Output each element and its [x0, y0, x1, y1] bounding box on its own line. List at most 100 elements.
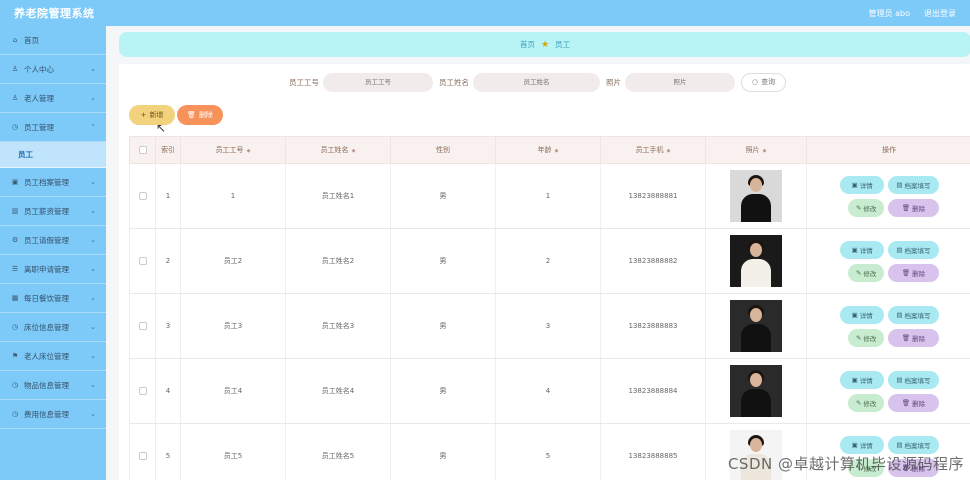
- flag-icon: ⚑: [11, 352, 19, 360]
- sidebar-item-profile[interactable]: ♙ 个人中心 ⌄: [0, 55, 106, 84]
- sidebar-item-leave[interactable]: ⚙ 员工请假管理 ⌄: [0, 226, 106, 255]
- row-checkbox[interactable]: [138, 192, 147, 200]
- fill-archive-button[interactable]: ▤ 档案填写: [888, 305, 939, 324]
- sidebar-item-label: 离职申请管理: [24, 264, 69, 274]
- sidebar-item-label: 物品信息管理: [24, 380, 69, 390]
- staff-photo[interactable]: [730, 235, 782, 287]
- chevron-down-icon: ⌄: [90, 207, 96, 215]
- search-icon: ○: [752, 78, 759, 86]
- document-icon: ▤: [896, 180, 903, 189]
- sidebar-item-elderly[interactable]: ♙ 老人管理 ⌄: [0, 84, 106, 113]
- detail-button[interactable]: ▣ 详情: [839, 175, 885, 194]
- user-label[interactable]: 管理员 abo: [869, 8, 910, 19]
- sidebar-item-label: 员工: [18, 150, 33, 159]
- row-checkbox[interactable]: [138, 257, 147, 265]
- sidebar-item-resign[interactable]: ☰ 离职申请管理 ⌄: [0, 255, 106, 284]
- fill-archive-button[interactable]: ▤ 档案填写: [888, 240, 939, 259]
- sidebar-item-meals[interactable]: ▦ 每日餐饮管理 ⌄: [0, 284, 106, 313]
- chevron-down-icon: ⌄: [90, 178, 96, 186]
- detail-button[interactable]: ▣ 详情: [839, 305, 885, 324]
- pencil-icon: ✎: [855, 398, 862, 407]
- header-phone[interactable]: 员工手机 ◆: [600, 136, 706, 164]
- delete-button[interactable]: 🗑 删除: [177, 105, 223, 125]
- row-checkbox[interactable]: [138, 452, 147, 460]
- fill-archive-button[interactable]: ▤ 档案填写: [888, 175, 939, 194]
- row-delete-button[interactable]: 🗑 删除: [888, 263, 939, 282]
- row-checkbox[interactable]: [138, 322, 147, 330]
- home-icon: ⌂: [12, 36, 18, 44]
- sort-icon[interactable]: ◆: [247, 148, 251, 154]
- cell-emp-no: 员工2: [180, 228, 286, 294]
- cell-gender: 男: [390, 228, 496, 294]
- sort-icon[interactable]: ◆: [352, 148, 356, 154]
- sidebar-item-salary[interactable]: ▥ 员工薪资管理 ⌄: [0, 197, 106, 226]
- sort-icon[interactable]: ◆: [667, 148, 671, 154]
- photo-input[interactable]: [625, 72, 735, 92]
- detail-button[interactable]: ▣ 详情: [839, 370, 885, 389]
- sidebar-item-beds[interactable]: ◷ 床位信息管理 ⌄: [0, 313, 106, 342]
- folder-icon: ▣: [11, 178, 19, 186]
- breadcrumb-current: 员工: [555, 40, 571, 49]
- header-age[interactable]: 年龄 ◆: [495, 136, 601, 164]
- sort-icon[interactable]: ◆: [555, 148, 559, 154]
- edit-button[interactable]: ✎ 修改: [847, 198, 885, 217]
- list-icon: ☰: [11, 265, 19, 273]
- clock-icon: ◷: [11, 323, 19, 331]
- table-header-row: 索引 员工工号 ◆ 员工姓名 ◆ 性别 年龄 ◆ 员工手机 ◆ 照片 ◆ 操作: [129, 136, 970, 164]
- row-checkbox[interactable]: [138, 387, 147, 395]
- sidebar-item-goods[interactable]: ◷ 物品信息管理 ⌄: [0, 371, 106, 400]
- edit-button[interactable]: ✎ 修改: [847, 263, 885, 282]
- sidebar-item-fees[interactable]: ◷ 费用信息管理 ⌄: [0, 400, 106, 429]
- sidebar-subitem-staff[interactable]: 员工: [0, 142, 106, 168]
- star-icon: ★: [540, 39, 550, 50]
- header-emp-no[interactable]: 员工工号 ◆: [180, 136, 286, 164]
- sidebar-item-elderly-beds[interactable]: ⚑ 老人床位管理 ⌄: [0, 342, 106, 371]
- cell-index: 2: [155, 228, 181, 294]
- name-input[interactable]: [473, 72, 600, 92]
- staff-photo[interactable]: [730, 365, 782, 417]
- breadcrumb-home[interactable]: 首页: [520, 39, 535, 50]
- chevron-down-icon: ⌄: [90, 381, 96, 389]
- main-content: 首页 ★ 员工 员工工号 员工姓名 照片 ○查询 +新增 🗑删除 ↖ 索: [106, 26, 970, 480]
- sidebar-item-label: 员工薪资管理: [24, 206, 69, 216]
- select-all-checkbox[interactable]: [138, 146, 147, 154]
- cell-age: 4: [495, 358, 601, 424]
- search-button[interactable]: ○ 查询: [741, 72, 787, 92]
- row-delete-button[interactable]: 🗑 删除: [888, 198, 939, 217]
- edit-button[interactable]: ✎ 修改: [847, 328, 885, 347]
- row-delete-button[interactable]: 🗑 删除: [888, 328, 939, 347]
- edit-button[interactable]: ✎ 修改: [847, 393, 885, 412]
- header-photo[interactable]: 照片 ◆: [705, 136, 807, 164]
- sort-icon[interactable]: ◆: [763, 148, 767, 154]
- cell-age: 5: [495, 423, 601, 480]
- detail-button[interactable]: ▣ 详情: [839, 435, 885, 454]
- detail-button[interactable]: ▣ 详情: [839, 240, 885, 259]
- header-select[interactable]: [129, 136, 156, 164]
- staff-photo[interactable]: [730, 300, 782, 352]
- search-bar: 员工工号 员工姓名 照片 ○查询: [119, 72, 970, 92]
- header-name[interactable]: 员工姓名 ◆: [285, 136, 391, 164]
- cell-index: 5: [155, 423, 181, 480]
- trash-icon: 🗑: [901, 203, 911, 212]
- person-icon: ♙: [11, 94, 19, 102]
- emp-no-input[interactable]: [323, 72, 433, 92]
- sidebar-item-staff[interactable]: ◷ 员工管理 ⌃: [0, 113, 106, 142]
- sidebar-item-staff-archive[interactable]: ▣ 员工档案管理 ⌄: [0, 168, 106, 197]
- cell-index: 3: [155, 293, 181, 359]
- info-icon: ▣: [851, 375, 858, 384]
- header-gender: 性别: [390, 136, 496, 164]
- breadcrumb: 首页 ★ 员工: [119, 32, 970, 57]
- logout-link[interactable]: 退出登录: [924, 8, 956, 19]
- cell-gender: 男: [390, 293, 496, 359]
- row-delete-button[interactable]: 🗑 删除: [888, 393, 939, 412]
- sidebar-item-home[interactable]: ⌂ 首页: [0, 26, 106, 55]
- add-button[interactable]: + 新增: [129, 105, 175, 125]
- pencil-icon: ✎: [855, 333, 862, 342]
- fill-archive-button[interactable]: ▤ 档案填写: [888, 370, 939, 389]
- cell-phone: 13823888883: [600, 293, 706, 359]
- cell-phone: 13823888881: [600, 163, 706, 229]
- staff-photo[interactable]: [730, 170, 782, 222]
- fill-archive-button[interactable]: ▤ 档案填写: [888, 435, 939, 454]
- sidebar-item-label: 员工请假管理: [24, 235, 69, 245]
- header-ops: 操作: [806, 136, 970, 164]
